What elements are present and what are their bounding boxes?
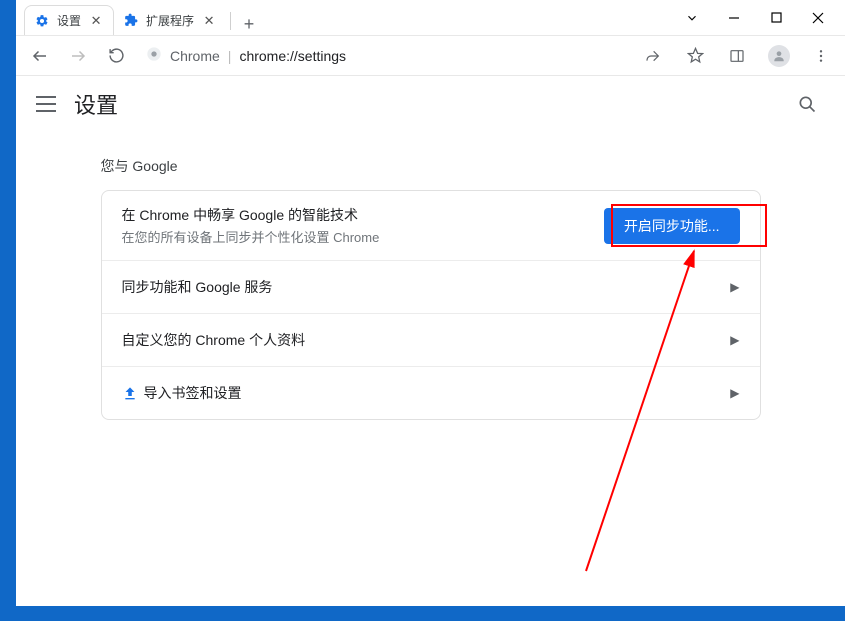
chevron-right-icon: ▶ — [730, 333, 739, 347]
section-title: 您与 Google — [101, 156, 761, 176]
menu-button[interactable] — [807, 42, 835, 70]
row-sync-services[interactable]: 同步功能和 Google 服务 ▶ — [102, 260, 760, 313]
browser-window: 设置 ✕ 扩展程序 ✕ + Chrome | — [16, 0, 845, 606]
toolbar-right — [639, 42, 835, 70]
row-title: 在 Chrome 中畅享 Google 的智能技术 — [122, 205, 604, 225]
tab-settings[interactable]: 设置 ✕ — [24, 5, 114, 35]
row-sync-promo: 在 Chrome 中畅享 Google 的智能技术 在您的所有设备上同步并个性化… — [102, 191, 760, 260]
forward-button[interactable] — [64, 42, 92, 70]
puzzle-icon — [124, 13, 138, 27]
chevron-right-icon: ▶ — [730, 280, 739, 294]
card: 在 Chrome 中畅享 Google 的智能技术 在您的所有设备上同步并个性化… — [101, 190, 761, 420]
tab-title: 设置 — [57, 12, 81, 29]
titlebar: 设置 ✕ 扩展程序 ✕ + — [16, 0, 845, 36]
row-title: 导入书签和设置 — [122, 383, 731, 403]
import-icon — [122, 386, 138, 402]
tab-strip: 设置 ✕ 扩展程序 ✕ + — [16, 0, 665, 35]
new-tab-button[interactable]: + — [235, 14, 263, 35]
page-content: 设置 您与 Google 在 Chrome 中畅享 Google 的智能技术 在… — [16, 76, 845, 606]
row-subtitle: 在您的所有设备上同步并个性化设置 Chrome — [122, 227, 604, 246]
tab-title: 扩展程序 — [146, 12, 194, 29]
chrome-icon — [146, 46, 162, 65]
row-import[interactable]: 导入书签和设置 ▶ — [102, 366, 760, 419]
page-title: 设置 — [74, 88, 118, 120]
row-title: 同步功能和 Google 服务 — [122, 277, 731, 297]
page-header: 设置 — [16, 76, 845, 132]
share-icon[interactable] — [639, 42, 667, 70]
back-button[interactable] — [26, 42, 54, 70]
chevron-down-icon[interactable] — [683, 9, 701, 27]
chevron-right-icon: ▶ — [730, 386, 739, 400]
menu-icon[interactable] — [36, 96, 56, 112]
reload-button[interactable] — [102, 42, 130, 70]
close-icon[interactable]: ✕ — [202, 13, 216, 27]
avatar-icon — [768, 45, 790, 67]
row-text: 在 Chrome 中畅享 Google 的智能技术 在您的所有设备上同步并个性化… — [122, 205, 604, 246]
minimize-button[interactable] — [725, 9, 743, 27]
profile-button[interactable] — [765, 42, 793, 70]
url-path: chrome://settings — [239, 48, 346, 64]
url-scheme: Chrome — [170, 48, 220, 64]
toolbar: Chrome | chrome://settings — [16, 36, 845, 76]
search-button[interactable] — [789, 86, 825, 122]
row-title: 自定义您的 Chrome 个人资料 — [122, 330, 731, 350]
tab-separator — [230, 12, 231, 30]
turn-on-sync-button[interactable]: 开启同步功能... — [604, 208, 740, 244]
bookmark-icon[interactable] — [681, 42, 709, 70]
address-bar[interactable]: Chrome | chrome://settings — [140, 46, 629, 65]
close-icon[interactable]: ✕ — [89, 14, 103, 28]
tab-extensions[interactable]: 扩展程序 ✕ — [114, 5, 226, 35]
maximize-button[interactable] — [767, 9, 785, 27]
url-separator: | — [228, 48, 232, 64]
section-you-and-google: 您与 Google 在 Chrome 中畅享 Google 的智能技术 在您的所… — [91, 156, 771, 420]
sidepanel-icon[interactable] — [723, 42, 751, 70]
close-button[interactable] — [809, 9, 827, 27]
gear-icon — [35, 14, 49, 28]
row-customize-profile[interactable]: 自定义您的 Chrome 个人资料 ▶ — [102, 313, 760, 366]
window-controls — [665, 0, 845, 35]
